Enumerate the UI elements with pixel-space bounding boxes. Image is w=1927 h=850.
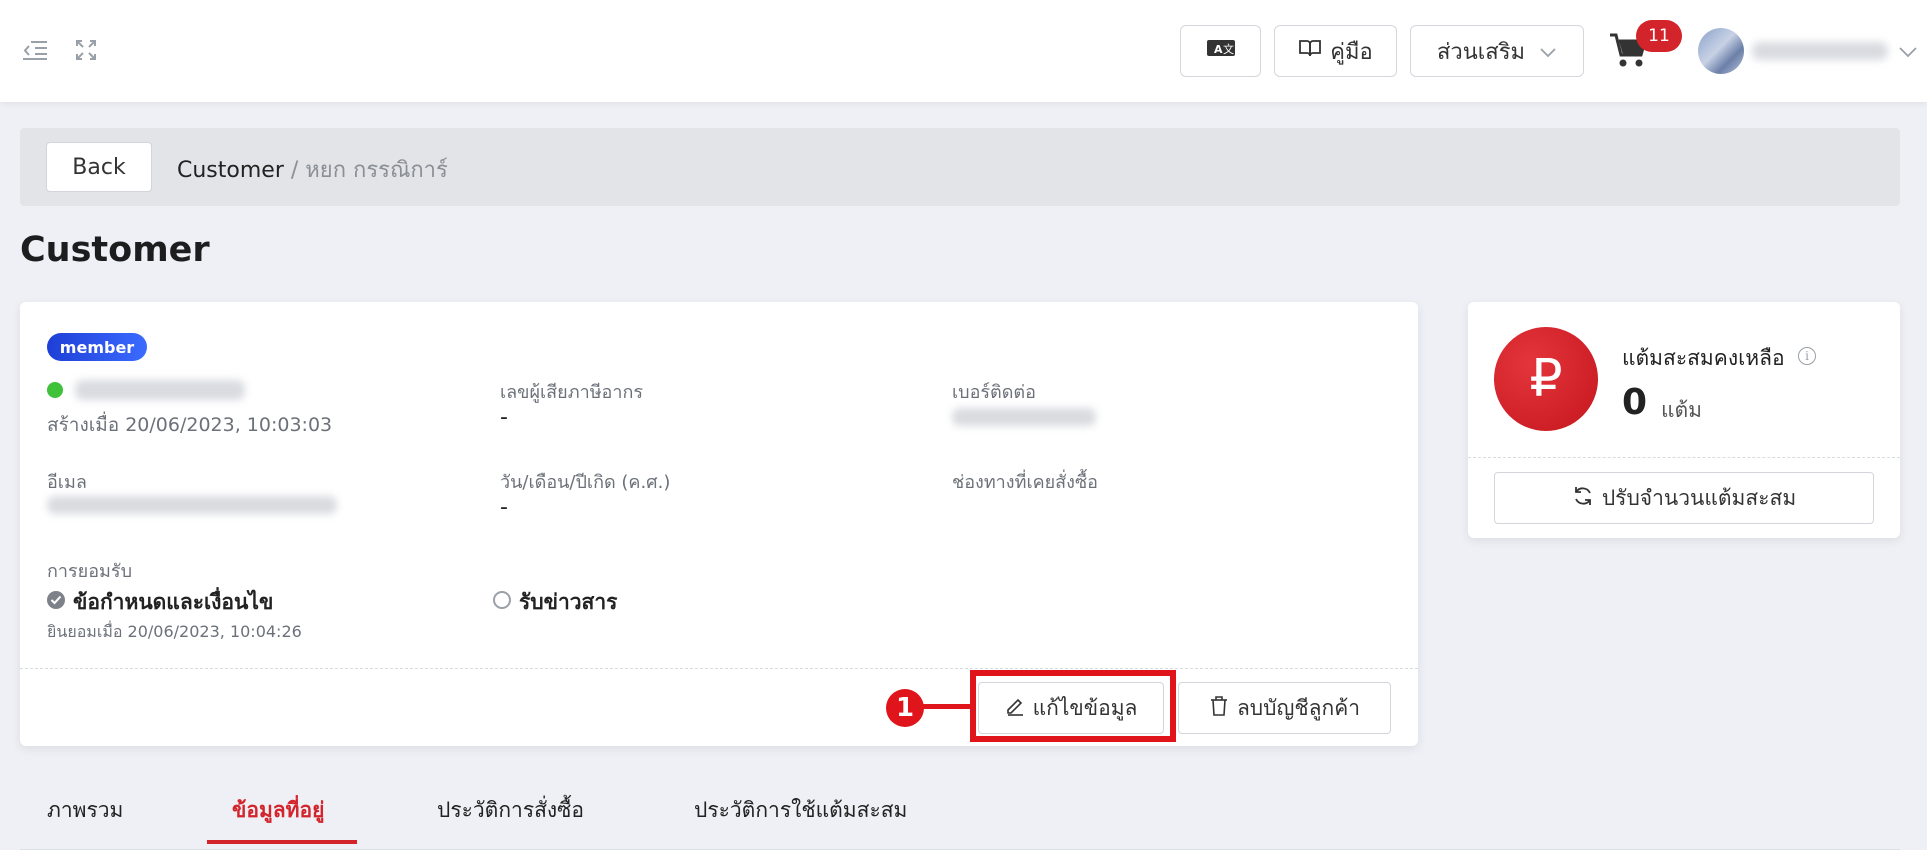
chevron-down-icon[interactable] [1898, 44, 1918, 63]
consent-label: การยอมรับ [47, 561, 132, 582]
page-title: Customer [20, 230, 210, 270]
tab-order-history[interactable]: ประวัติการสั่งซื้อ [437, 794, 584, 827]
annotation-number-badge: 1 [886, 689, 924, 727]
username-redacted[interactable] [1752, 42, 1888, 60]
top-bar: A文 คู่มือ ส่วนเสริม 11 [0, 0, 1927, 102]
trash-icon [1209, 695, 1229, 722]
points-title: แต้มสะสมคงเหลือ [1622, 346, 1785, 370]
highlight-box [970, 670, 1176, 742]
manual-button[interactable]: คู่มือ [1274, 25, 1397, 77]
check-circle-icon [47, 591, 65, 609]
manual-label: คู่มือ [1330, 39, 1373, 65]
tax-id-label: เลขผู้เสียภาษีอากร [500, 382, 644, 403]
birthdate-value: - [500, 495, 508, 520]
svg-text:A: A [1214, 43, 1223, 56]
annotation-line [923, 704, 971, 709]
phone-redacted [952, 408, 1096, 426]
fullscreen-icon[interactable] [72, 36, 100, 64]
created-at: สร้างเมื่อ 20/06/2023, 10:03:03 [47, 414, 333, 436]
points-unit: แต้ม [1661, 398, 1703, 422]
breadcrumb: Back Customer / หยก กรรณิการ์ [20, 128, 1900, 206]
tab-overview[interactable]: ภาพรวม [47, 794, 123, 827]
member-badge: member [47, 333, 147, 361]
newsletter-label: รับข่าวสาร [519, 590, 618, 614]
addons-label: ส่วนเสริม [1436, 39, 1526, 65]
points-currency-icon: ₽ [1494, 327, 1598, 431]
delete-account-label: ลบบัญชีลูกค้า [1236, 695, 1361, 720]
adjust-points-label: ปรับจำนวนแต้มสะสม [1601, 485, 1797, 510]
book-icon [1298, 38, 1322, 64]
customer-name-redacted [75, 380, 245, 400]
birthdate-label: วัน/เดือน/ปีเกิด (ค.ศ.) [500, 472, 671, 493]
breadcrumb-trail: Customer / หยก กรรณิการ์ [177, 152, 448, 187]
tax-id-value: - [500, 405, 508, 430]
points-divider [1468, 457, 1900, 458]
adjust-points-button[interactable]: ปรับจำนวนแต้มสะสม [1494, 472, 1874, 524]
terms-accepted-at: ยินยอมเมื่อ 20/06/2023, 10:04:26 [47, 622, 302, 641]
active-tab-indicator [207, 840, 357, 844]
language-button[interactable]: A文 [1180, 25, 1261, 77]
cart-count-badge: 11 [1636, 20, 1682, 52]
breadcrumb-current: หยก กรรณิการ์ [305, 158, 448, 183]
customer-tabs: ภาพรวม ข้อมูลที่อยู่ ประวัติการสั่งซื้อ … [20, 780, 1900, 850]
tab-address[interactable]: ข้อมูลที่อยู่ [232, 794, 324, 827]
breadcrumb-separator: / [290, 158, 299, 183]
collapse-menu-icon[interactable] [21, 36, 49, 64]
back-button[interactable]: Back [46, 142, 152, 192]
email-label: อีเมล [47, 472, 87, 493]
newsletter-radio-icon [493, 591, 511, 609]
info-icon[interactable]: i [1798, 347, 1816, 365]
terms-label: ข้อกำหนดและเงื่อนไข [73, 590, 274, 614]
avatar[interactable] [1698, 28, 1744, 74]
breadcrumb-root[interactable]: Customer [177, 158, 284, 183]
points-card: ₽ แต้มสะสมคงเหลือ i 0 แต้ม ปรับจำนวนแต้ม… [1468, 302, 1900, 538]
addons-dropdown[interactable]: ส่วนเสริม [1410, 25, 1584, 77]
refresh-icon [1572, 485, 1594, 512]
phone-label: เบอร์ติดต่อ [952, 382, 1036, 403]
tab-points-history[interactable]: ประวัติการใช้แต้มสะสม [694, 794, 907, 827]
customer-info-card: member สร้างเมื่อ 20/06/2023, 10:03:03 เ… [20, 302, 1418, 746]
card-divider [20, 668, 1418, 669]
points-value: 0 [1622, 382, 1648, 423]
svg-text:文: 文 [1223, 42, 1234, 56]
delete-account-button[interactable]: ลบบัญชีลูกค้า [1178, 682, 1391, 734]
online-status-dot [47, 382, 63, 398]
translate-icon: A文 [1206, 38, 1236, 64]
order-channel-label: ช่องทางที่เคยสั่งซื้อ [952, 472, 1098, 493]
chevron-down-icon [1539, 39, 1557, 64]
email-redacted [47, 496, 337, 514]
